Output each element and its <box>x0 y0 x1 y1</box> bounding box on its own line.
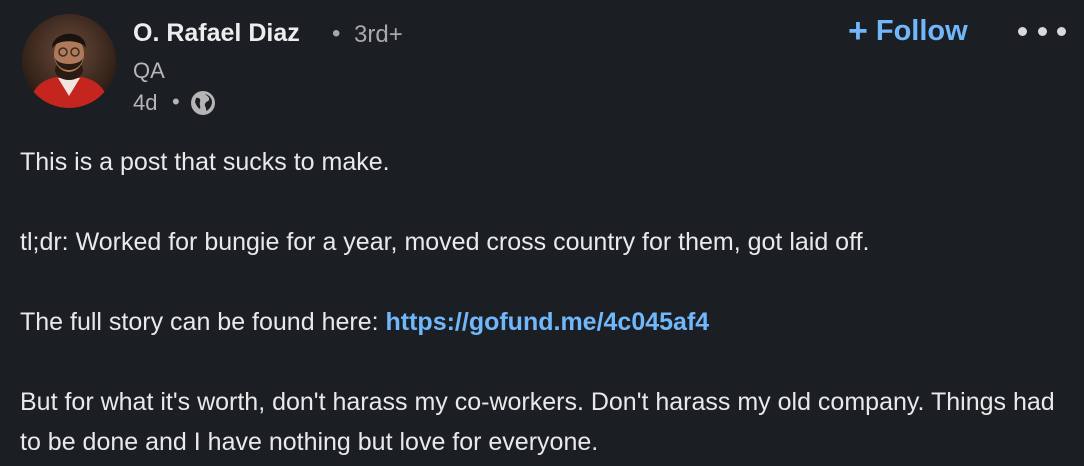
follow-label: Follow <box>875 14 968 47</box>
ellipsis-icon <box>1057 26 1066 36</box>
degree-separator: • <box>332 20 341 47</box>
meta-separator: • <box>172 89 180 114</box>
post-line: The full story can be found here: https:… <box>20 302 1064 342</box>
author-avatar[interactable] <box>22 14 116 108</box>
ellipsis-icon <box>1018 26 1027 36</box>
post-line: tl;dr: Worked for bungie for a year, mov… <box>20 228 870 256</box>
post-line: This is a post that sucks to make. <box>20 148 390 176</box>
globe-icon <box>191 91 215 115</box>
follow-button[interactable]: + Follow <box>848 12 968 50</box>
author-name[interactable]: O. Rafael Diaz <box>133 19 300 48</box>
more-options-button[interactable] <box>1018 18 1066 44</box>
plus-icon: + <box>848 12 868 50</box>
post-body: This is a post that sucks to make. tl;dr… <box>20 142 1064 462</box>
ellipsis-icon <box>1037 26 1047 36</box>
author-headline: QA <box>133 58 165 83</box>
connection-degree: 3rd+ <box>354 21 403 48</box>
post-line: But for what it's worth, don't harass my… <box>20 388 1055 456</box>
post-timestamp[interactable]: 4d <box>133 90 157 116</box>
gofundme-link[interactable]: https://gofund.me/4c045af4 <box>386 308 710 336</box>
post-line-text: The full story can be found here: <box>20 308 386 336</box>
